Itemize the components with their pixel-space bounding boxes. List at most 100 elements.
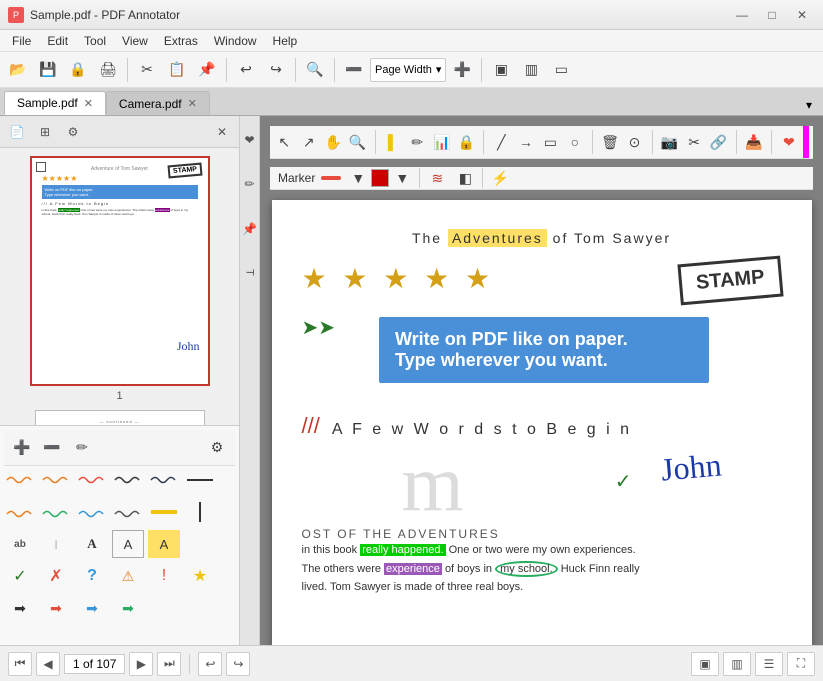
marker-swatch[interactable] — [371, 169, 389, 187]
save-cloud-button[interactable]: 🔒 — [64, 56, 92, 84]
stamp-wavy-sm-2[interactable] — [40, 498, 72, 526]
ellipse-tool[interactable]: ○ — [565, 128, 585, 156]
marker-color-btn[interactable]: ▼ — [347, 167, 369, 189]
stamp-wavy-orange2[interactable] — [40, 466, 72, 494]
stamp-wavy-red[interactable] — [76, 466, 108, 494]
zoom-in-button[interactable]: ➕ — [448, 56, 476, 84]
anno-settings-btn[interactable]: ⚙ — [203, 434, 231, 462]
stamp-tool[interactable]: 🔒 — [456, 128, 476, 156]
import-tool[interactable]: 📥 — [743, 128, 763, 156]
cut-button[interactable]: ✂ — [133, 56, 161, 84]
redo-button[interactable]: ↪ — [262, 56, 290, 84]
tab-scroll-button[interactable]: ▾ — [799, 95, 819, 115]
view-full-button[interactable]: ⛶ — [787, 652, 815, 676]
stamp-star[interactable]: ★ — [184, 562, 216, 590]
anno-minus-btn[interactable]: ➖ — [38, 434, 66, 462]
view-continuous-button[interactable]: ☰ — [755, 652, 783, 676]
select2-tool[interactable]: ↗ — [298, 128, 318, 156]
nav-forward-button[interactable]: ↪ — [226, 652, 250, 676]
undo-button[interactable]: ↩ — [232, 56, 260, 84]
view3-button[interactable]: ▭ — [547, 56, 575, 84]
stamp-warning[interactable]: ⚠ — [112, 562, 144, 590]
marker-special[interactable]: ⚡ — [489, 167, 511, 189]
stamp-vline[interactable] — [184, 498, 216, 526]
view1-button[interactable]: ▣ — [487, 56, 515, 84]
line-tool[interactable]: ╱ — [491, 128, 511, 156]
stamp-text-gray[interactable]: | — [40, 530, 72, 558]
stamp-wavy-orange[interactable] — [4, 466, 36, 494]
marker-opacity-btn[interactable]: ◧ — [454, 167, 476, 189]
sidebar-icon-heart[interactable]: ❤ — [242, 120, 258, 160]
view2-button[interactable]: ▥ — [517, 56, 545, 84]
nav-prev-button[interactable]: ◀ — [36, 652, 60, 676]
view-single-button[interactable]: ▣ — [691, 652, 719, 676]
close-button[interactable]: ✕ — [789, 5, 815, 25]
find-button[interactable]: 🔍 — [301, 56, 329, 84]
maximize-button[interactable]: □ — [759, 5, 785, 25]
nav-next-button[interactable]: ▶ — [129, 652, 153, 676]
panel-close-btn[interactable]: ✕ — [209, 120, 235, 144]
menu-tool[interactable]: Tool — [76, 32, 114, 50]
stamp-A-serif[interactable]: A — [76, 530, 108, 558]
marker-width-btn[interactable]: ▼ — [391, 167, 413, 189]
erase-tool[interactable]: 🗑 — [600, 128, 620, 156]
panel-view-btn[interactable]: ⊞ — [32, 120, 58, 144]
tab-camera-pdf[interactable]: Camera.pdf ✕ — [106, 91, 210, 115]
stamp-arrow-black[interactable]: ➡ — [4, 594, 36, 622]
stamp-wavy-dark[interactable] — [112, 466, 144, 494]
camera-tool[interactable]: 📷 — [659, 128, 679, 156]
stamp-A-box[interactable]: A — [112, 530, 144, 558]
crop-tool[interactable]: ✂ — [684, 128, 704, 156]
tab-camera-close[interactable]: ✕ — [188, 97, 197, 110]
stamp-cross[interactable]: ✗ — [40, 562, 72, 590]
nav-first-button[interactable]: ⏮ — [8, 652, 32, 676]
panel-settings-btn[interactable]: ⚙ — [60, 120, 86, 144]
stamp-wavy-darkblue[interactable] — [148, 466, 180, 494]
tab-sample-pdf[interactable]: Sample.pdf ✕ — [4, 91, 106, 115]
paste-button[interactable]: 📌 — [193, 56, 221, 84]
anno-add-btn[interactable]: ➕ — [8, 434, 36, 462]
stamp-line-yellow[interactable] — [148, 498, 180, 526]
anno-pen-btn[interactable]: ✏ — [68, 434, 96, 462]
rect-tool[interactable]: ▭ — [540, 128, 560, 156]
stamp-checkmark[interactable]: ✓ — [4, 562, 36, 590]
zoom-tool[interactable]: 🔍 — [347, 128, 367, 156]
zoom-dropdown[interactable]: Page Width ▾ — [370, 58, 446, 82]
arrow-tool[interactable]: → — [516, 128, 536, 156]
thumbnail-page-2[interactable]: — continued — — [8, 410, 231, 425]
print-button[interactable]: 🖨 — [94, 56, 122, 84]
stamp-question[interactable]: ? — [76, 562, 108, 590]
copy-button[interactable]: 📋 — [163, 56, 191, 84]
nav-back-button[interactable]: ↩ — [198, 652, 222, 676]
sidebar-icon-stamp[interactable]: 📌 — [242, 208, 258, 248]
stamp-arrow-blue[interactable]: ➡ — [76, 594, 108, 622]
stamp-A-yellow[interactable]: A — [148, 530, 180, 558]
stamp-line-dark[interactable] — [184, 466, 216, 494]
stamp-wavy-sm-3[interactable] — [76, 498, 108, 526]
panel-new-btn[interactable]: 📄 — [4, 120, 30, 144]
stamp-wavy-sm-4[interactable] — [112, 498, 144, 526]
menu-help[interactable]: Help — [265, 32, 306, 50]
select-tool[interactable]: ↖ — [274, 128, 294, 156]
link-tool[interactable]: 🔗 — [708, 128, 728, 156]
sidebar-icon-text[interactable]: T — [242, 252, 258, 292]
zoom-out-button[interactable]: ➖ — [340, 56, 368, 84]
stamp-text-sm[interactable]: ab — [4, 530, 36, 558]
view-double-button[interactable]: ▥ — [723, 652, 751, 676]
nav-last-button[interactable]: ⏭ — [157, 652, 181, 676]
sidebar-icon-pencil[interactable]: ✏ — [242, 164, 258, 204]
heart-tool[interactable]: ❤ — [779, 128, 799, 156]
menu-view[interactable]: View — [114, 32, 156, 50]
thumbnail-page-1[interactable]: Adventure of Tom Sawyer ★★★★★ Write on P… — [8, 156, 231, 402]
tab-sample-close[interactable]: ✕ — [84, 97, 93, 110]
menu-window[interactable]: Window — [206, 32, 265, 50]
chart-tool[interactable]: 📊 — [432, 128, 452, 156]
menu-edit[interactable]: Edit — [39, 32, 76, 50]
stamp-arrow-red[interactable]: ➡ — [40, 594, 72, 622]
highlight-tool[interactable]: ▌ — [383, 128, 403, 156]
save-button[interactable]: 💾 — [34, 56, 62, 84]
hand-tool[interactable]: ✋ — [323, 128, 343, 156]
menu-file[interactable]: File — [4, 32, 39, 50]
stamp-wavy-sm-1[interactable] — [4, 498, 36, 526]
open-button[interactable]: 📂 — [4, 56, 32, 84]
